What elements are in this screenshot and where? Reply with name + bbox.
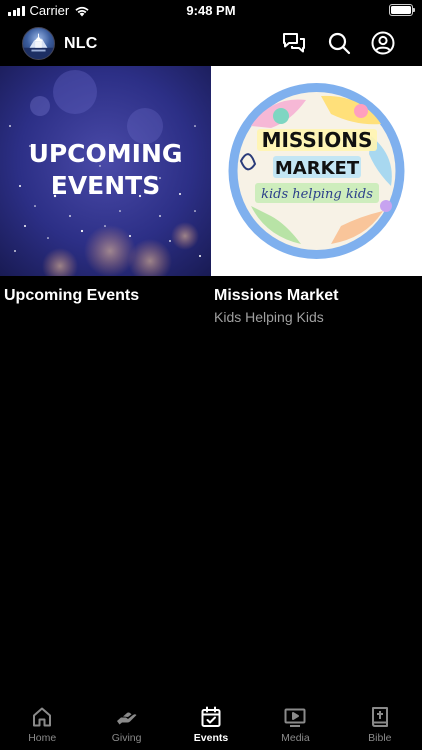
- bible-icon: [371, 707, 388, 727]
- tab-home-label: Home: [28, 732, 57, 744]
- missions-market-image[interactable]: MISSIONS MARKET kids helping kids: [211, 66, 422, 276]
- tab-bible-label: Bible: [368, 732, 392, 744]
- event-cards: UPCOMING EVENTS Upcoming Events MISSIONS: [0, 66, 422, 325]
- church-logo-icon[interactable]: [22, 27, 55, 60]
- card-title-missions-market: Missions Market: [214, 287, 339, 304]
- play-screen-icon: [284, 708, 306, 727]
- app-title: NLC: [64, 35, 98, 52]
- status-bar: Carrier 9:48 PM: [0, 0, 422, 22]
- missions-image-line3: kids helping kids: [261, 187, 373, 202]
- event-card-upcoming-events[interactable]: UPCOMING EVENTS Upcoming Events: [0, 66, 211, 325]
- card-subtitle-missions-market: Kids Helping Kids: [214, 309, 324, 325]
- tab-events[interactable]: Events: [169, 700, 253, 750]
- profile-icon[interactable]: [370, 30, 396, 56]
- home-icon: [33, 707, 52, 727]
- card-title-upcoming-events: Upcoming Events: [4, 287, 140, 304]
- tab-home[interactable]: Home: [0, 700, 84, 750]
- giving-hand-icon: [116, 712, 137, 725]
- tab-giving-label: Giving: [111, 732, 142, 744]
- upcoming-events-image[interactable]: UPCOMING EVENTS: [0, 66, 211, 276]
- tab-media-label: Media: [281, 732, 310, 744]
- search-icon[interactable]: [326, 30, 352, 56]
- upcoming-image-line2: EVENTS: [51, 171, 161, 200]
- tab-events-label: Events: [193, 732, 229, 744]
- battery-icon: [389, 4, 415, 16]
- tab-giving[interactable]: Giving: [84, 700, 168, 750]
- missions-image-line2: MARKET: [275, 158, 360, 179]
- calendar-check-icon: [201, 706, 221, 727]
- app-header: NLC: [0, 24, 422, 64]
- chat-icon[interactable]: [281, 30, 307, 56]
- missions-image-line1: MISSIONS: [262, 128, 373, 152]
- tab-media[interactable]: Media: [253, 700, 337, 750]
- tab-bar: Home Giving Events Media Bible: [0, 700, 422, 750]
- status-time: 9:48 PM: [186, 3, 236, 18]
- upcoming-image-line1: UPCOMING: [29, 139, 183, 168]
- tab-bible[interactable]: Bible: [338, 700, 422, 750]
- event-card-missions-market[interactable]: MISSIONS MARKET kids helping kids Missio…: [211, 66, 422, 325]
